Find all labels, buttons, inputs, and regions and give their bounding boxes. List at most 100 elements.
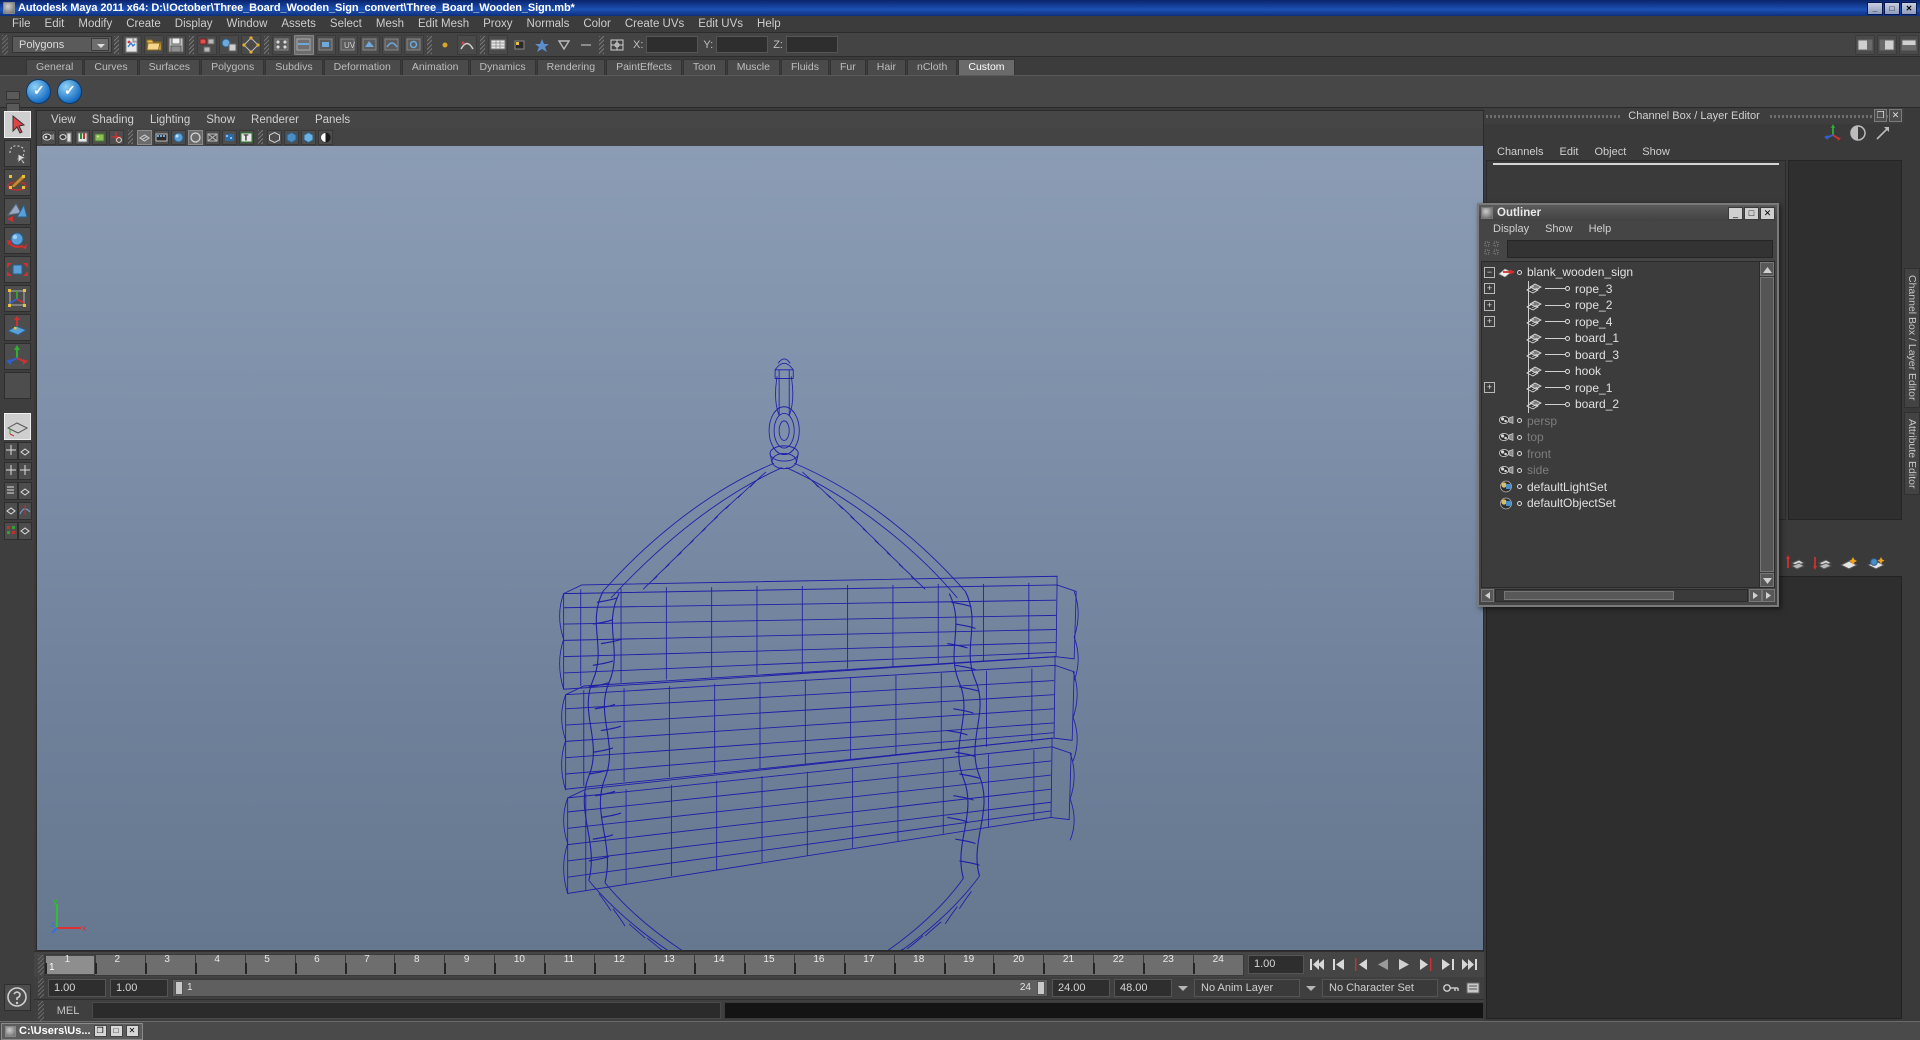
shelf-tab-fluids[interactable]: Fluids [780,59,829,75]
taskbar-close-button[interactable]: ✕ [125,1025,139,1037]
animation-start-time-field[interactable]: 1.00 [48,979,106,997]
shelf-tab-custom[interactable]: Custom [958,59,1015,75]
toolbar-separator-1[interactable] [114,35,119,54]
viewport-menu-renderer[interactable]: Renderer [243,114,307,126]
rangeslider-grip[interactable] [38,978,44,998]
outliner-minimize-button[interactable]: _ [1728,206,1743,220]
menu-color[interactable]: Color [576,17,617,31]
two-d-pan-zoom-icon[interactable] [109,129,124,145]
outliner-row-board-2[interactable]: board_2 [1482,396,1759,413]
component-vertex-face-icon[interactable] [360,34,380,55]
select-camera-icon[interactable] [41,129,56,145]
lasso-select-tool[interactable] [3,140,31,167]
outliner-expand-toggle[interactable]: + [1484,382,1495,394]
outliner-row-defaultlightset[interactable]: defaultLightSet [1482,479,1759,496]
channelbox-menu-object[interactable]: Object [1587,146,1633,158]
move-layer-down-icon[interactable] [1812,554,1833,575]
construction-history-icon[interactable] [488,34,508,55]
custom-shelf-button-2[interactable] [57,79,82,104]
play-forwards-button[interactable] [1395,955,1414,974]
two-view-side[interactable] [17,462,32,480]
persp-pane[interactable] [17,482,32,500]
lighting-box-icon[interactable] [301,129,316,145]
animation-preferences-icon[interactable] [1464,979,1484,997]
graph-editor-pane[interactable] [17,502,32,520]
snap-grid-icon[interactable] [435,35,455,55]
step-back-key-button[interactable] [1329,955,1348,974]
outliner-row-rope-1[interactable]: + rope_1 [1482,379,1759,396]
taskbar-item[interactable]: C:\Users\Us... ❐ □ ✕ [1,1022,143,1040]
menu-edit-uvs[interactable]: Edit UVs [691,17,750,31]
go-to-end-button[interactable] [1461,955,1480,974]
film-gate-icon[interactable] [154,129,169,145]
select-by-object-icon[interactable] [219,34,239,55]
scale-tool[interactable] [3,256,31,283]
scroll-right-arrow-icon[interactable] [1749,589,1762,602]
outliner-horizontal-scrollbar[interactable] [1481,588,1775,603]
outliner-close-button[interactable]: ✕ [1760,206,1775,220]
shelf-tab-dynamics[interactable]: Dynamics [469,59,536,75]
show-hide-tool-settings-icon[interactable] [1899,34,1919,55]
move-layer-up-icon[interactable] [1785,554,1806,575]
viewport-3d-canvas[interactable]: y x z [37,146,1483,950]
outliner-menu-help[interactable]: Help [1581,223,1620,235]
anim-layer-selector[interactable]: No Anim Layer [1194,979,1300,997]
taskbar-maximize-button[interactable]: □ [109,1025,123,1037]
menu-create[interactable]: Create [119,17,168,31]
outliner-hscroll-thumb[interactable] [1504,591,1674,600]
outliner-expand-toggle[interactable]: + [1484,299,1495,311]
outliner-vertical-scrollbar[interactable] [1759,262,1774,587]
menu-proxy[interactable]: Proxy [476,17,519,31]
vertical-tab-attribute-editor[interactable]: Attribute Editor [1904,411,1920,495]
toolbar-separator-5[interactable] [480,35,485,54]
outliner-window[interactable]: Outliner _ □ ✕ Display Show Help − blank_wo… [1477,203,1779,607]
channelbox-menu-edit[interactable]: Edit [1552,146,1585,158]
vertical-tab-channel-box-layer-editor[interactable]: Channel Box / Layer Editor [1904,268,1920,408]
xray-icon[interactable] [205,129,220,145]
step-back-frame-button[interactable] [1351,955,1370,974]
two-view-stacked[interactable] [3,462,18,480]
outliner-expand-toggle[interactable]: + [1484,283,1495,295]
step-forward-frame-button[interactable] [1417,955,1436,974]
isolate-select-icon[interactable] [267,129,282,145]
open-scene-icon[interactable] [144,34,164,55]
play-backwards-button[interactable] [1373,955,1392,974]
camera-attributes-icon[interactable] [58,129,73,145]
toolbar-separator-2[interactable] [189,35,194,54]
cmdline-grip[interactable] [38,1000,44,1021]
x-coord-field[interactable] [646,36,699,53]
outliner-row-side[interactable]: side [1482,462,1759,479]
selection-mask-icon[interactable] [607,35,627,55]
panel-close-button[interactable]: ✕ [1889,109,1902,122]
select-by-hierarchy-icon[interactable] [197,34,217,55]
persp-graph-layout[interactable] [3,502,32,520]
viewport-menu-shading[interactable]: Shading [84,114,142,126]
taskbar-restore-button[interactable]: ❐ [93,1025,107,1037]
scroll-up-arrow-icon[interactable] [1760,262,1774,276]
component-face-icon[interactable] [316,34,336,55]
four-view-right[interactable] [17,442,32,460]
shelf-tab-curves[interactable]: Curves [84,59,138,75]
outliner-row-persp[interactable]: persp [1482,413,1759,430]
current-time-field[interactable]: 1.00 [1248,955,1304,974]
outliner-row-top[interactable]: top [1482,429,1759,446]
text-annotation-icon[interactable]: T [239,129,254,145]
outliner-maximize-button[interactable]: □ [1744,206,1759,220]
menu-edit[interactable]: Edit [38,17,72,31]
wireframe-shade-icon[interactable] [188,129,203,145]
render-settings-icon[interactable] [576,35,596,55]
component-edge-icon[interactable] [294,34,314,55]
shelf-tab-subdivs[interactable]: Subdivs [265,59,323,75]
component-pivot-icon[interactable] [404,34,424,55]
range-start-handle[interactable] [175,981,183,995]
last-tool-used[interactable] [3,343,31,370]
menu-window[interactable]: Window [219,17,274,31]
outliner-expand-toggle[interactable]: + [1484,316,1495,328]
move-tool[interactable] [3,198,31,225]
layer-list[interactable]: VThree_Board_Wooden_Sign_layer1 [1486,576,1902,1019]
component-uv-icon[interactable]: UV [338,34,358,55]
custom-shelf-button-1[interactable] [26,79,51,104]
scroll-left-arrow-icon[interactable] [1481,589,1494,602]
anim-layer-chevron-down-icon[interactable] [1176,979,1190,997]
hypershade-pane[interactable] [3,522,18,540]
